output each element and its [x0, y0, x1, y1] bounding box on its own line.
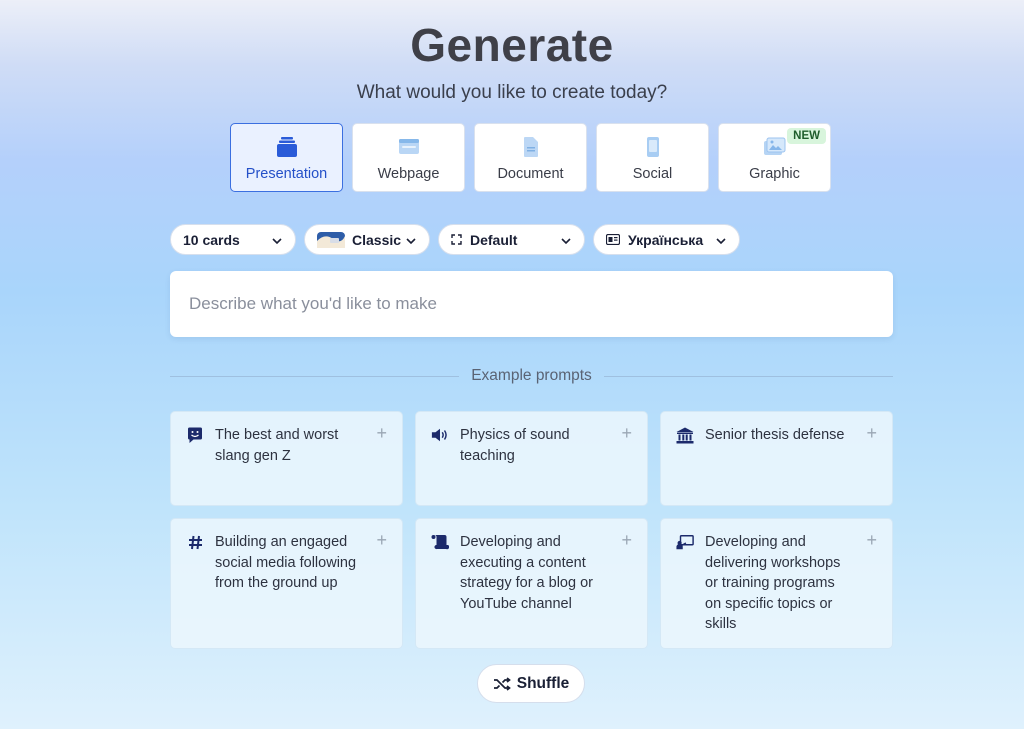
format-dropdown[interactable]: Default	[438, 224, 585, 255]
type-label: Document	[497, 166, 564, 182]
page-subtitle: What would you like to create today?	[356, 82, 668, 103]
example-prompt-text: Building an engaged social media followi…	[215, 534, 357, 591]
expand-frame-icon	[451, 234, 462, 245]
type-graphic-button[interactable]: NEW Graphic	[718, 123, 831, 192]
plus-icon[interactable]: +	[376, 530, 387, 551]
example-prompt-card[interactable]: Building an engaged social media followi…	[170, 518, 403, 649]
speaker-icon	[431, 426, 449, 444]
chat-smile-icon	[186, 426, 204, 444]
theme-dropdown[interactable]: Classic	[304, 224, 430, 255]
example-prompts-heading: Example prompts	[471, 367, 592, 384]
plus-icon[interactable]: +	[621, 423, 632, 444]
graphic-image-icon	[763, 136, 787, 158]
language-value: Українська	[628, 231, 704, 248]
scroll-icon	[431, 533, 449, 551]
type-label: Presentation	[245, 166, 328, 182]
page-title: Generate	[410, 19, 614, 71]
theme-value: Classic	[352, 231, 402, 248]
example-prompt-card[interactable]: Developing and delivering workshops or t…	[660, 518, 893, 649]
presentation-icon	[276, 136, 298, 158]
example-prompt-card[interactable]: Developing and executing a content strat…	[415, 518, 648, 649]
content-type-selector: Presentation Webpage Document Social NEW…	[230, 123, 831, 192]
institution-icon	[676, 426, 694, 444]
new-badge: NEW	[787, 128, 826, 144]
plus-icon[interactable]: +	[866, 530, 877, 551]
example-prompts-grid: The best and worst slang gen Z + Physics…	[170, 411, 893, 649]
example-prompts-divider: Example prompts	[170, 365, 894, 387]
chevron-down-icon	[560, 232, 572, 248]
format-value: Default	[470, 231, 518, 248]
webpage-icon	[398, 136, 420, 158]
language-dropdown[interactable]: Українська	[593, 224, 740, 255]
prompt-input[interactable]	[189, 294, 874, 314]
example-prompt-card[interactable]: Physics of sound teaching +	[415, 411, 648, 506]
example-prompt-text: Senior thesis defense	[705, 427, 845, 443]
generation-options: 10 cards Classic Default Українська	[170, 224, 740, 255]
type-presentation-button[interactable]: Presentation	[230, 123, 343, 192]
card-count-value: 10 cards	[183, 231, 240, 248]
chevron-down-icon	[271, 232, 283, 248]
type-label: Social	[632, 166, 673, 182]
theme-thumbnail-icon	[317, 231, 345, 249]
document-icon	[522, 136, 540, 158]
type-label: Graphic	[749, 166, 800, 182]
card-count-dropdown[interactable]: 10 cards	[170, 224, 296, 255]
shuffle-button[interactable]: Shuffle	[477, 664, 585, 703]
presenter-board-icon	[676, 533, 694, 551]
shuffle-label: Shuffle	[516, 674, 570, 692]
divider-line	[170, 375, 460, 377]
example-prompt-card[interactable]: The best and worst slang gen Z +	[170, 411, 403, 506]
plus-icon[interactable]: +	[621, 530, 632, 551]
hashtag-icon	[186, 533, 204, 551]
plus-icon[interactable]: +	[376, 423, 387, 444]
example-prompt-text: Developing and delivering workshops or t…	[705, 534, 841, 632]
example-prompt-text: Developing and executing a content strat…	[460, 534, 593, 612]
type-document-button[interactable]: Document	[474, 123, 587, 192]
type-webpage-button[interactable]: Webpage	[352, 123, 465, 192]
shuffle-icon	[493, 676, 511, 691]
example-prompt-text: Physics of sound teaching	[460, 427, 570, 464]
plus-icon[interactable]: +	[866, 423, 877, 444]
language-icon	[606, 234, 620, 245]
type-social-button[interactable]: Social	[596, 123, 709, 192]
social-phone-icon	[645, 136, 661, 158]
prompt-input-container	[170, 271, 893, 337]
chevron-down-icon	[715, 232, 727, 248]
divider-line	[603, 375, 894, 377]
type-label: Webpage	[377, 166, 440, 182]
example-prompt-text: The best and worst slang gen Z	[215, 427, 339, 464]
chevron-down-icon	[405, 232, 417, 248]
example-prompt-card[interactable]: Senior thesis defense +	[660, 411, 893, 506]
